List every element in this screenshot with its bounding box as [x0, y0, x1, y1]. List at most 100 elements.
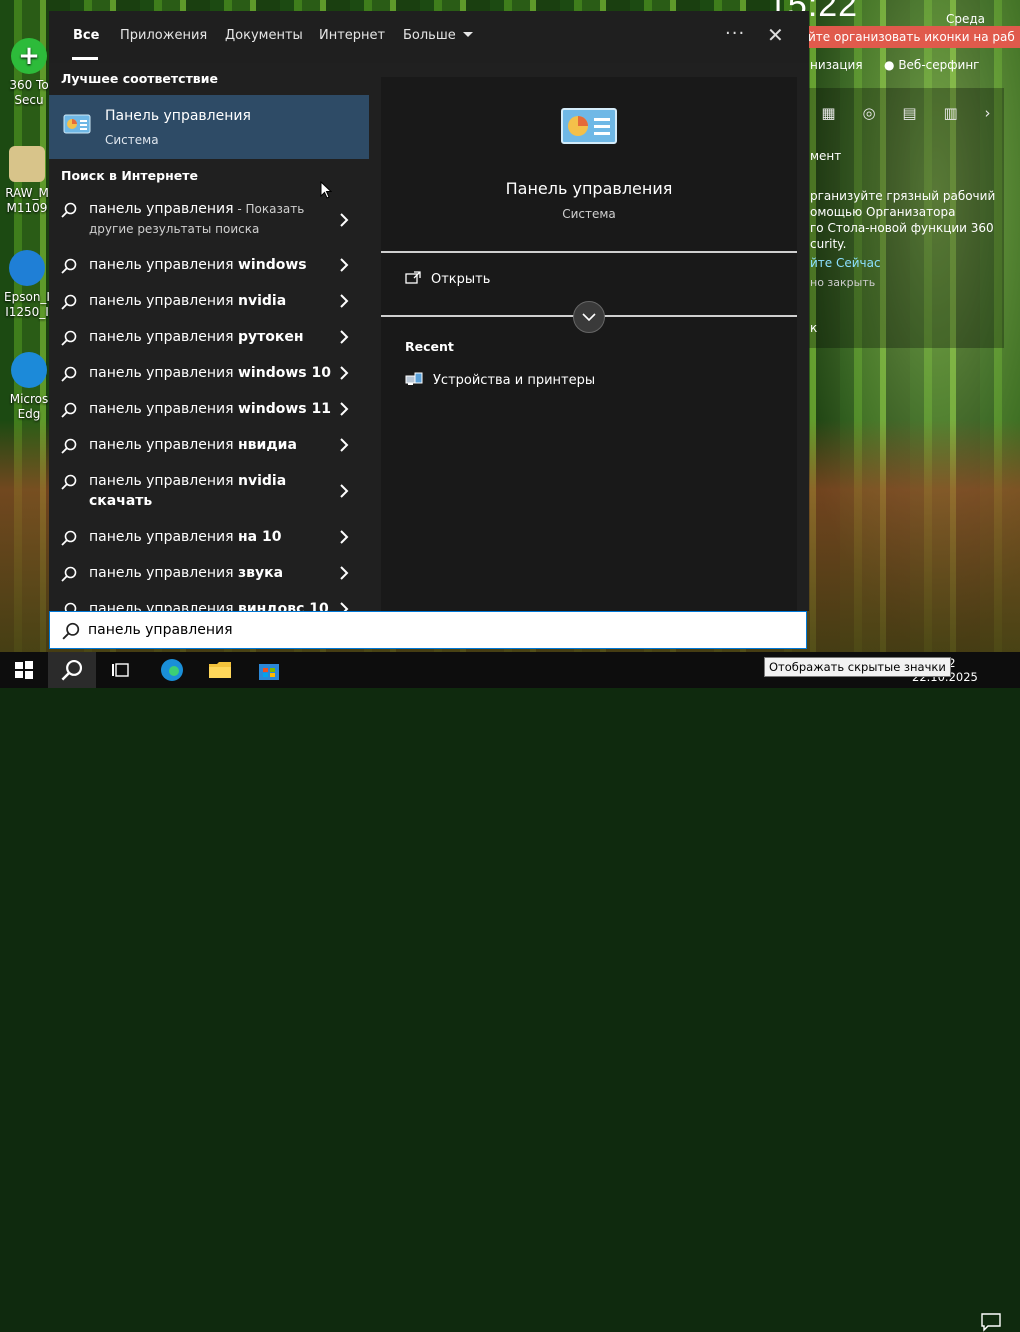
widget-tab-web[interactable]: ● Веб-серфинг — [884, 58, 979, 72]
eye-off-icon[interactable]: ◎ — [862, 104, 875, 122]
close-icon[interactable]: ✕ — [767, 23, 784, 47]
search-icon — [61, 258, 77, 274]
chevron-down-icon — [462, 32, 473, 37]
expand-button[interactable] — [573, 301, 605, 333]
desktop-icon-label: Epson_I I1250_I — [4, 290, 50, 319]
search-icon — [61, 202, 77, 218]
chevron-right-icon — [340, 484, 349, 498]
search-icon — [64, 602, 77, 611]
result-prefix: панель управления — [89, 473, 238, 489]
desktop-icon-raw[interactable]: RAW_M M1109 — [3, 146, 51, 216]
store-button[interactable] — [245, 652, 293, 688]
web-result-3[interactable]: панель управления рутокен — [49, 327, 369, 355]
tab-more[interactable]: Больше — [403, 28, 473, 43]
result-suffix: рутокен — [238, 329, 304, 345]
tab-all[interactable]: Все — [73, 28, 99, 43]
result-text: панель управления nvidia — [89, 291, 334, 311]
web-result-9[interactable]: панель управления звука — [49, 563, 369, 591]
windows-logo-icon — [15, 661, 33, 679]
web-result-2[interactable]: панель управления nvidia — [49, 291, 369, 319]
chevron-right-icon — [340, 438, 349, 452]
tab-web[interactable]: Интернет — [319, 28, 385, 43]
widget-close-text[interactable]: но закрыть — [810, 276, 875, 289]
desktop-icon-360[interactable]: + 360 To Secu — [5, 38, 53, 108]
result-suffix: виндовс 10 — [238, 601, 329, 611]
desktop-icon-epson[interactable]: Epson_I I1250_I — [3, 250, 51, 320]
widget-heading: мент — [810, 149, 842, 163]
file-explorer-button[interactable] — [196, 652, 244, 688]
widget-link[interactable]: йте Сейчас — [810, 256, 881, 270]
search-icon — [61, 402, 77, 418]
widget-banner[interactable]: йте организовать иконки на раб — [808, 26, 1020, 48]
widget-tab-web-label: Веб-серфинг — [898, 58, 980, 72]
result-prefix: панель управления — [89, 365, 238, 381]
chevron-right-icon — [340, 566, 349, 580]
start-button[interactable] — [0, 652, 48, 688]
result-prefix: панель управления — [89, 437, 238, 453]
edge-icon — [161, 659, 183, 681]
chevron-right-icon — [340, 366, 349, 380]
open-action[interactable]: Открыть — [405, 271, 490, 287]
result-text: панель управления нвидиа — [89, 435, 334, 455]
result-suffix: на 10 — [238, 529, 282, 545]
control-panel-icon — [63, 114, 91, 134]
web-result-10[interactable]: панель управления виндовс 10 — [49, 599, 369, 611]
tab-more-label: Больше — [403, 28, 456, 43]
recent-header: Recent — [405, 339, 454, 354]
best-match-item[interactable]: Панель управления Система — [49, 95, 369, 159]
search-input[interactable] — [88, 619, 788, 641]
edge-icon — [11, 352, 47, 388]
search-taskbar-button[interactable] — [48, 652, 96, 688]
result-prefix: панель управления — [89, 529, 238, 545]
tab-documents[interactable]: Документы — [225, 28, 303, 43]
preview-subtitle: Система — [562, 207, 616, 221]
widget-text: го Стола-новой функции 360 — [810, 221, 994, 235]
widget-day: Среда — [946, 12, 986, 26]
result-text: панель управления windows 11 — [89, 399, 334, 419]
start-search-panel: Все Приложения Документы Интернет Больше… — [49, 11, 809, 611]
task-view-button[interactable] — [96, 652, 144, 688]
search-box[interactable] — [49, 611, 807, 649]
web-result-1[interactable]: панель управления windows — [49, 255, 369, 283]
widget-text: рганизуйте грязный рабочий — [810, 189, 996, 203]
result-prefix: панель управления — [89, 201, 234, 217]
desktop-icon-label: Micros Edg — [9, 392, 49, 421]
tab-apps[interactable]: Приложения — [120, 28, 207, 43]
folder-icon — [209, 662, 231, 678]
best-match-header: Лучшее соответствие — [61, 71, 218, 86]
ellipsis-icon[interactable]: ··· — [725, 23, 745, 44]
web-result-8[interactable]: панель управления на 10 — [49, 527, 369, 555]
chevron-right-icon — [340, 330, 349, 344]
result-suffix: нвидиа — [238, 437, 297, 453]
chevron-right-icon — [340, 530, 349, 544]
web-result-7[interactable]: панель управления nvidia скачать — [49, 471, 369, 515]
task-view-icon — [112, 663, 129, 677]
desktop-icon-edge[interactable]: Micros Edg — [5, 352, 53, 422]
result-text: панель управления рутокен — [89, 327, 334, 347]
printer-driver-icon — [9, 250, 45, 286]
notification-center-icon[interactable] — [980, 1312, 1002, 1332]
chevron-right-icon — [340, 402, 349, 416]
note-icon[interactable]: ▥ — [943, 104, 957, 122]
search-icon — [61, 294, 77, 310]
chevron-right-icon[interactable]: › — [985, 104, 991, 122]
globe-icon: ● — [884, 58, 895, 72]
result-prefix: панель управления — [89, 329, 238, 345]
web-result-5[interactable]: панель управления windows 11 — [49, 399, 369, 427]
web-result-6[interactable]: панель управления нвидиа — [49, 435, 369, 463]
widget-misc: к — [810, 321, 818, 335]
widget-text: curity. — [810, 237, 847, 251]
web-result-0[interactable]: панель управления - Показать другие резу… — [49, 199, 369, 243]
web-search-header: Поиск в Интернете — [61, 168, 198, 183]
recent-item-devices[interactable]: Устройства и принтеры — [405, 371, 595, 388]
calculator-icon[interactable]: ▤ — [902, 104, 916, 122]
web-result-4[interactable]: панель управления windows 10 — [49, 363, 369, 391]
result-text: панель управления на 10 — [89, 527, 334, 547]
widget-tab-organize[interactable]: низация — [810, 58, 863, 72]
active-tab-indicator — [72, 57, 98, 60]
result-text: панель управления звука — [89, 563, 334, 583]
edge-taskbar-button[interactable] — [148, 652, 196, 688]
grid-icon[interactable]: ▦ — [821, 104, 835, 122]
search-icon — [61, 659, 83, 681]
best-match-title: Панель управления — [105, 108, 251, 124]
